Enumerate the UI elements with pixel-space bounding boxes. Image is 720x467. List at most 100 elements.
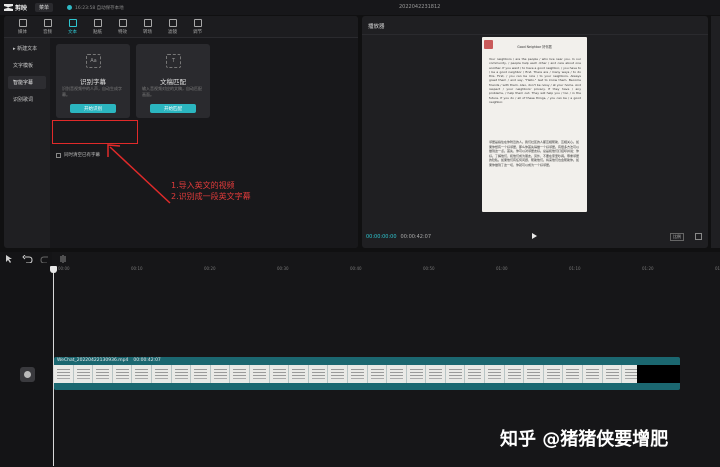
ruler-tick: 00:20 — [204, 266, 216, 271]
category-toolbar: 媒体 音频 文本 贴纸 特效 转场 滤镜 调节 — [4, 16, 358, 38]
text-sidebar: ▸ 新建文本 文字模板智能字幕识别歌词 — [8, 42, 46, 110]
clip-thumbnail — [583, 365, 603, 383]
tab-label: 音频 — [43, 30, 52, 35]
player-panel: 播放器 Good Neighbor 好邻居 Your neighbors / a… — [362, 16, 708, 248]
tab-effects[interactable]: 特效 — [110, 19, 135, 37]
player-title: 播放器 — [368, 24, 385, 30]
tab-sticker[interactable]: 贴纸 — [85, 19, 110, 37]
script-match-card: T 文稿匹配 输入音视频对应的文稿，自动匹配画面。 开始匹配 — [136, 44, 210, 118]
ratio-button[interactable]: 比例 — [670, 233, 684, 241]
card-description: 识别音视频中的人声，自动生成字幕。 — [62, 86, 122, 97]
clip-thumbnail — [289, 365, 309, 383]
start-recognize-button[interactable]: 开始识别 — [70, 104, 116, 113]
playhead[interactable] — [50, 266, 57, 466]
ruler-tick: 01:00 — [496, 266, 508, 271]
player-controls: 00:00:00:00 00:00:42:07 比例 — [362, 230, 708, 244]
ruler-tick: 01:30 — [715, 266, 720, 271]
watermark: 知乎 @猪猪侠要增肥 — [500, 429, 669, 450]
clip-thumbnail — [308, 365, 329, 383]
audio-icon — [43, 19, 52, 27]
sidebar-item-0[interactable]: ▸ 新建文本 — [8, 42, 46, 55]
preview-doc-title: Good Neighbor 好邻居 — [517, 45, 552, 49]
recognize-subtitle-card: Aa 识别字幕 识别音视频中的人声，自动生成字幕。 开始识别 — [56, 44, 130, 118]
app-logo: 剪映 — [4, 3, 27, 12]
sticker-icon — [93, 19, 102, 27]
jianying-logo-icon — [4, 4, 13, 11]
preview-doc-chinese: 邻居是指住在你附近的人。我们社区的人都互相帮助、互相关心。如果你想有一个好邻居，… — [489, 140, 580, 167]
annotation-text: 1.导入英文的视频 2.识别成一段英文字幕 — [171, 180, 251, 202]
tab-filter[interactable]: 滤镜 — [160, 19, 185, 37]
menu-button[interactable]: 菜单 — [35, 3, 54, 12]
tab-label: 调节 — [193, 30, 202, 35]
ruler-tick: 01:10 — [569, 266, 581, 271]
clip-thumbnail — [151, 365, 172, 383]
video-preview[interactable]: Good Neighbor 好邻居 Your neighbors / are t… — [482, 37, 587, 212]
clear-subtitles-checkbox[interactable]: 同时清空已有字幕 — [56, 152, 100, 158]
clip-thumbnail — [230, 365, 250, 383]
filter-icon — [168, 19, 177, 27]
play-icon[interactable] — [532, 233, 537, 239]
top-bar: 剪映 菜单 16:23:58 自动保存本地 2022042231812 — [0, 0, 720, 15]
clip-thumbnail — [191, 365, 211, 383]
save-status: 16:23:58 自动保存本地 — [67, 5, 124, 11]
time-ruler[interactable]: 00:00 00:10 00:20 00:30 00:40 00:50 01:00 01:10… — [50, 266, 720, 274]
tab-media[interactable]: 媒体 — [10, 19, 35, 37]
project-title: 2022042231812 — [399, 4, 441, 10]
clip-end-frame — [637, 365, 680, 383]
effects-icon — [118, 19, 127, 27]
total-time: 00:00:42:07 — [400, 234, 432, 240]
timecode: 00:00:00:00 00:00:42:07 — [366, 234, 431, 240]
track-header — [0, 252, 52, 467]
clip-thumbnail — [602, 365, 623, 383]
ruler-tick: 00:50 — [423, 266, 435, 271]
fullscreen-icon[interactable] — [695, 233, 702, 240]
tab-text[interactable]: 文本 — [60, 19, 85, 37]
card-title: 文稿匹配 — [160, 78, 186, 86]
clip-label: WeChat_20220422130936.mp4 00:00:42:07 — [57, 358, 161, 363]
clip-thumbnail — [171, 365, 192, 383]
start-match-button[interactable]: 开始匹配 — [150, 104, 196, 113]
timeline-toolbar — [0, 252, 720, 265]
sidebar-item-2[interactable]: 智能字幕 — [8, 76, 46, 89]
video-clip[interactable]: WeChat_20220422130936.mp4 00:00:42:07 — [54, 357, 680, 390]
tab-label: 转场 — [143, 30, 152, 35]
sidebar-item-3[interactable]: 识别歌词 — [8, 93, 46, 106]
redo-icon[interactable] — [40, 255, 51, 263]
clip-thumbnail — [426, 365, 446, 383]
annotation-line-1: 1.导入英文的视频 — [171, 181, 235, 190]
save-status-icon — [67, 5, 73, 10]
ruler-tick: 00:40 — [350, 266, 362, 271]
undo-icon[interactable] — [22, 254, 33, 263]
transition-icon — [143, 19, 152, 27]
sidebar-item-1[interactable]: 文字模板 — [8, 59, 46, 72]
ruler-tick: 00:10 — [131, 266, 143, 271]
checkbox-box[interactable] — [56, 152, 61, 158]
clip-thumbnail — [93, 365, 113, 383]
card-title: 识别字幕 — [80, 78, 106, 86]
tab-label: 文本 — [68, 30, 77, 35]
ruler-tick: 00:00 — [58, 266, 70, 271]
script-match-icon: T — [166, 54, 181, 68]
adjust-icon — [193, 19, 202, 27]
clip-thumbnail — [210, 365, 231, 383]
card-description: 输入音视频对应的文稿，自动匹配画面。 — [142, 86, 202, 97]
tab-adjust[interactable]: 调节 — [185, 19, 210, 37]
clip-thumbnail — [269, 365, 290, 383]
clip-name: WeChat_20220422130936.mp4 — [57, 358, 129, 363]
tab-transition[interactable]: 转场 — [135, 19, 160, 37]
tab-label: 媒体 — [18, 30, 27, 35]
tab-audio[interactable]: 音频 — [35, 19, 60, 37]
cover-icon[interactable] — [20, 367, 35, 382]
clip-thumbnail — [112, 365, 133, 383]
clip-thumbnail — [249, 365, 270, 383]
clip-thumbnail — [563, 365, 584, 383]
properties-panel — [711, 16, 720, 248]
save-status-text: 16:23:58 自动保存本地 — [75, 5, 124, 11]
split-icon[interactable] — [58, 254, 69, 263]
clip-thumbnail — [328, 365, 348, 383]
clip-thumbnail — [132, 365, 152, 383]
media-icon — [18, 19, 27, 27]
checkbox-label: 同时清空已有字幕 — [64, 153, 100, 158]
divider — [362, 34, 708, 35]
select-cursor-icon[interactable] — [4, 254, 15, 263]
